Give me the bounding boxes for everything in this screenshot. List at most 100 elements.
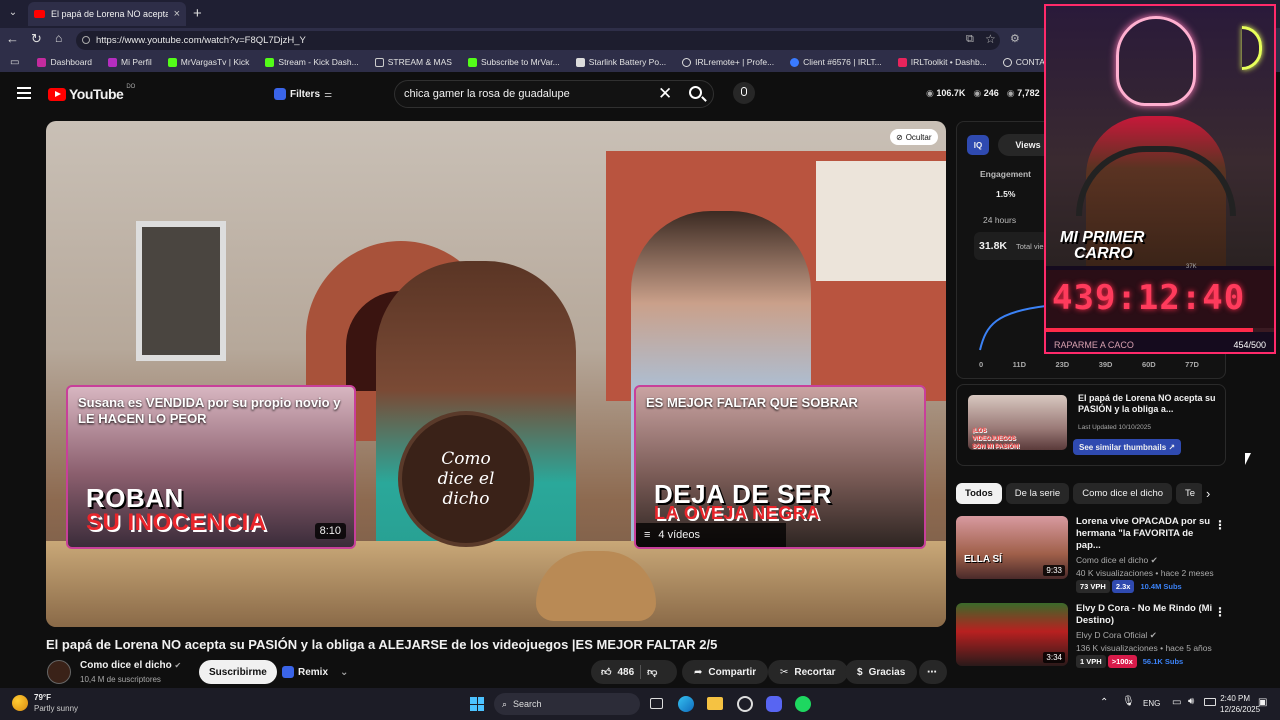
- recommendation-thumbnail[interactable]: ELLA SÍ 9:33: [956, 516, 1068, 579]
- recommendation-title[interactable]: Lorena vive OPACADA por su hermana "la F…: [1076, 516, 1216, 552]
- search-query-text: chica gamer la rosa de guadalupe: [404, 88, 570, 100]
- network-icon[interactable]: ▭: [1172, 697, 1181, 708]
- bookmark-mi-perfil[interactable]: Mi Perfil: [100, 57, 160, 67]
- spotify-icon[interactable]: [795, 696, 811, 712]
- info-icon[interactable]: [82, 36, 90, 44]
- active-tab[interactable]: El papá de Lorena NO acepta su P ×: [28, 2, 186, 26]
- volume-icon[interactable]: 🔊︎: [1188, 696, 1194, 707]
- bookmark-stream-mas[interactable]: STREAM & MAS: [367, 57, 460, 67]
- bookmarks-menu-icon[interactable]: ▭: [0, 57, 29, 68]
- bookmark-subscribe[interactable]: Subscribe to MrVar...: [460, 57, 568, 67]
- microphone-tray-icon[interactable]: 🎙︎: [1122, 696, 1135, 707]
- verified-icon: ✔: [1150, 555, 1158, 565]
- bookmark-stream-kick[interactable]: Stream - Kick Dash...: [257, 57, 366, 67]
- recommendation-thumbnail[interactable]: 3:34: [956, 603, 1068, 666]
- bookmark-irlremote[interactable]: IRLremote+ | Profe...: [674, 57, 782, 67]
- thumbs-down-icon[interactable]: 👎︎: [647, 666, 657, 678]
- more-options-icon[interactable]: ⋮: [1214, 518, 1226, 532]
- bookmark-client[interactable]: Client #6576 | IRLT...: [782, 57, 890, 67]
- period-label: 24 hours: [983, 215, 1017, 225]
- discord-icon[interactable]: [766, 696, 782, 712]
- edge-icon[interactable]: [678, 696, 694, 712]
- likes-stat-value: 246: [983, 88, 999, 98]
- bookmark-dashboard[interactable]: Dashboard: [29, 57, 100, 67]
- share-label: Compartir: [708, 666, 757, 678]
- endscreen-video-card-left[interactable]: Susana es VENDIDA por su propio novio y …: [66, 385, 356, 549]
- recommendation-title[interactable]: Elvy D Cora - No Me Rindo (Mi Destino): [1076, 603, 1216, 627]
- chip-todos[interactable]: Todos: [956, 483, 1002, 504]
- home-icon[interactable]: ⌂: [55, 31, 62, 45]
- microphone-icon[interactable]: [733, 82, 755, 104]
- clear-search-icon[interactable]: ✕: [658, 84, 672, 104]
- extensions-icon[interactable]: ⚙: [1010, 32, 1020, 45]
- taskbar-search[interactable]: ⌕ Search: [494, 693, 640, 715]
- obs-icon[interactable]: [737, 696, 753, 712]
- start-tile: [477, 697, 484, 704]
- channel-avatar[interactable]: [47, 660, 71, 684]
- recommendation-channel[interactable]: Como dice el dicho ✔: [1076, 554, 1216, 567]
- youtube-favicon-icon: [34, 10, 45, 18]
- recommendation-channel[interactable]: Elvy D Cora Oficial ✔: [1076, 629, 1216, 642]
- remix-button[interactable]: Remix ⌄: [282, 660, 348, 684]
- endscreen-playlist-card-right[interactable]: ES MEJOR FALTAR QUE SOBRAR DEJA DE SER L…: [634, 385, 926, 549]
- x-tick: 39D: [1098, 360, 1113, 369]
- new-tab-icon[interactable]: +: [193, 5, 202, 22]
- channel-name[interactable]: Como dice el dicho ✔: [80, 660, 181, 671]
- recommendation-info: Elvy D Cora - No Me Rindo (Mi Destino) E…: [1076, 603, 1216, 675]
- thanks-button[interactable]: $ Gracias: [845, 660, 918, 684]
- chip-de-la-serie[interactable]: De la serie: [1005, 483, 1070, 504]
- filters-button[interactable]: Filters ⚌: [274, 84, 332, 104]
- chip-como-dice-el-dicho[interactable]: Como dice el dicho: [1073, 483, 1173, 504]
- clip-button[interactable]: ✂ Recortar: [768, 660, 848, 684]
- subscribe-button[interactable]: Suscribirme: [199, 660, 277, 684]
- goal-progress-track: [1046, 328, 1274, 332]
- card-big-text-2: LA OVEJA NEGRA: [654, 503, 820, 523]
- file-explorer-icon[interactable]: [707, 697, 723, 710]
- battery-icon[interactable]: [1204, 698, 1216, 706]
- hamburger-menu-icon[interactable]: [17, 87, 31, 99]
- notifications-icon[interactable]: ▣: [1258, 697, 1267, 708]
- share-button[interactable]: ➦ Compartir: [682, 660, 769, 684]
- clock[interactable]: 2:40 PM 12/26/2025: [1220, 693, 1260, 715]
- recommendation-item[interactable]: ELLA SÍ 9:33 Lorena vive OPACADA por su …: [956, 516, 1226, 593]
- favorite-star-icon[interactable]: ☆: [985, 32, 996, 46]
- views-growth-chart: [979, 305, 1046, 351]
- vph-badge: 1 VPH: [1076, 655, 1106, 668]
- see-similar-button[interactable]: See similar thumbnails ↗: [1073, 439, 1182, 455]
- search-icon[interactable]: [689, 86, 707, 102]
- recommendation-chips: Todos De la serie Como dice el dicho Te: [956, 483, 1202, 505]
- more-actions-button[interactable]: ⋯: [919, 660, 947, 684]
- start-button-icon[interactable]: [470, 697, 484, 711]
- url-field[interactable]: https://www.youtube.com/watch?v=F8QL7Djz…: [76, 31, 1000, 50]
- youtube-logo[interactable]: YouTube DO: [48, 84, 135, 102]
- language-indicator[interactable]: ENG: [1143, 699, 1160, 708]
- start-tile: [477, 704, 484, 711]
- back-icon[interactable]: ←: [6, 31, 19, 46]
- chip-more[interactable]: Te: [1176, 483, 1202, 504]
- video-player[interactable]: ⊘ Ocultar Susana es VENDIDA por su propi…: [46, 121, 946, 627]
- weather-widget[interactable]: 79°F Partly sunny: [12, 692, 78, 714]
- playlist-bar: ≡ 4 vídeos: [636, 523, 786, 547]
- channel-logo-overlay[interactable]: Como dice el dicho: [398, 411, 534, 547]
- recommendation-item[interactable]: 3:34 Elvy D Cora - No Me Rindo (Mi Desti…: [956, 603, 1226, 675]
- temperature: 79°F: [34, 693, 51, 702]
- iq-badge[interactable]: IQ: [967, 135, 989, 155]
- refresh-icon[interactable]: ↻: [31, 31, 42, 47]
- like-button[interactable]: 👍︎ 486: [601, 666, 634, 679]
- youtube-play-icon: [48, 87, 66, 101]
- open-in-app-icon[interactable]: ⧉: [966, 33, 974, 46]
- tab-list-chevron-icon[interactable]: ⌄: [6, 7, 20, 21]
- close-tab-icon[interactable]: ×: [174, 8, 180, 20]
- bookmark-starlink[interactable]: Starlink Battery Po...: [568, 57, 674, 67]
- task-view-icon[interactable]: [650, 698, 663, 709]
- hide-overlay-button[interactable]: ⊘ Ocultar: [890, 129, 938, 145]
- tray-chevron-icon[interactable]: ⌃: [1100, 697, 1108, 708]
- similar-thumb-text: ¡LOS VIDEOJUEGOS SON MI PASIÓN!: [972, 428, 1020, 450]
- bookmark-irltoolkit[interactable]: IRLToolkit • Dashb...: [890, 57, 995, 67]
- bookmark-kick[interactable]: MrVargasTv | Kick: [160, 57, 258, 67]
- chips-next-icon[interactable]: ›: [1206, 486, 1210, 501]
- more-options-icon[interactable]: ⋮: [1214, 605, 1226, 619]
- page-icon: [575, 57, 585, 67]
- card-duration: 8:10: [314, 523, 346, 539]
- similar-thumbnail[interactable]: ¡LOS VIDEOJUEGOS SON MI PASIÓN!: [968, 395, 1067, 450]
